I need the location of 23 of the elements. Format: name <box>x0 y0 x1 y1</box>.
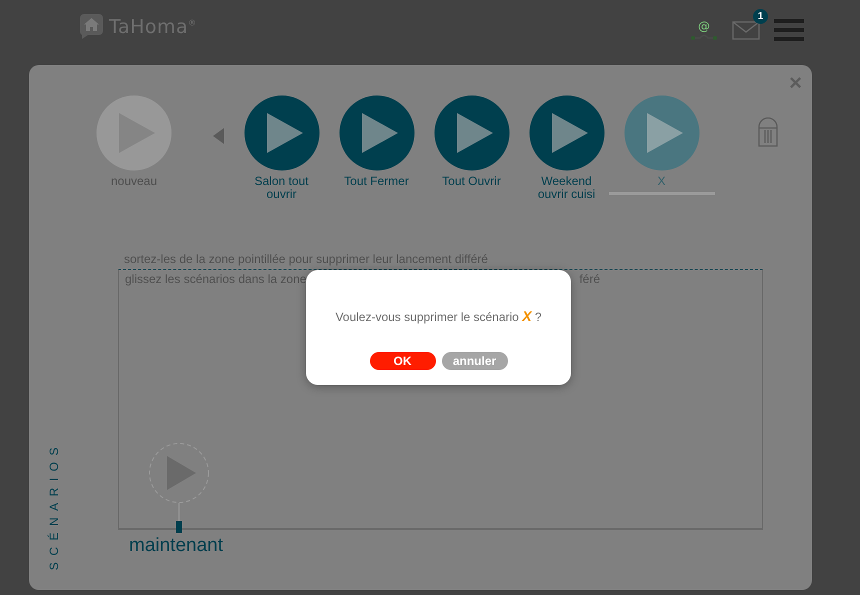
now-label: maintenant <box>129 535 224 557</box>
ok-button[interactable]: OK <box>370 352 436 370</box>
new-scenario-button[interactable] <box>96 95 172 171</box>
close-icon[interactable]: × <box>789 73 802 93</box>
house-logo-icon <box>80 14 103 39</box>
scenario-label: Salon tout ouvrir <box>253 175 310 201</box>
scenario-play-button[interactable] <box>528 95 604 171</box>
trash-icon[interactable] <box>758 117 778 147</box>
scenario-play-button[interactable] <box>338 95 414 171</box>
scenario-play-button[interactable] <box>244 95 320 171</box>
unread-badge: 1 <box>753 8 768 24</box>
dialog-message: Voulez-vous supprimer le scénario X ? <box>335 308 542 324</box>
scenario-label: Weekend ouvrir cuisi <box>536 175 596 201</box>
scenario-label: Tout Ouvrir <box>441 175 502 188</box>
menu-icon[interactable] <box>774 18 804 40</box>
scroll-left-arrow-icon[interactable] <box>213 128 224 144</box>
scenario-label: X <box>656 175 666 188</box>
cancel-button[interactable]: annuler <box>442 352 508 370</box>
mail-icon[interactable] <box>732 18 760 40</box>
scenario-play-button[interactable] <box>434 95 510 171</box>
side-title: SCÉNARIOS <box>47 440 61 570</box>
scenario-label: Tout Fermer <box>343 175 410 188</box>
scenario-play-button[interactable] <box>624 95 700 171</box>
